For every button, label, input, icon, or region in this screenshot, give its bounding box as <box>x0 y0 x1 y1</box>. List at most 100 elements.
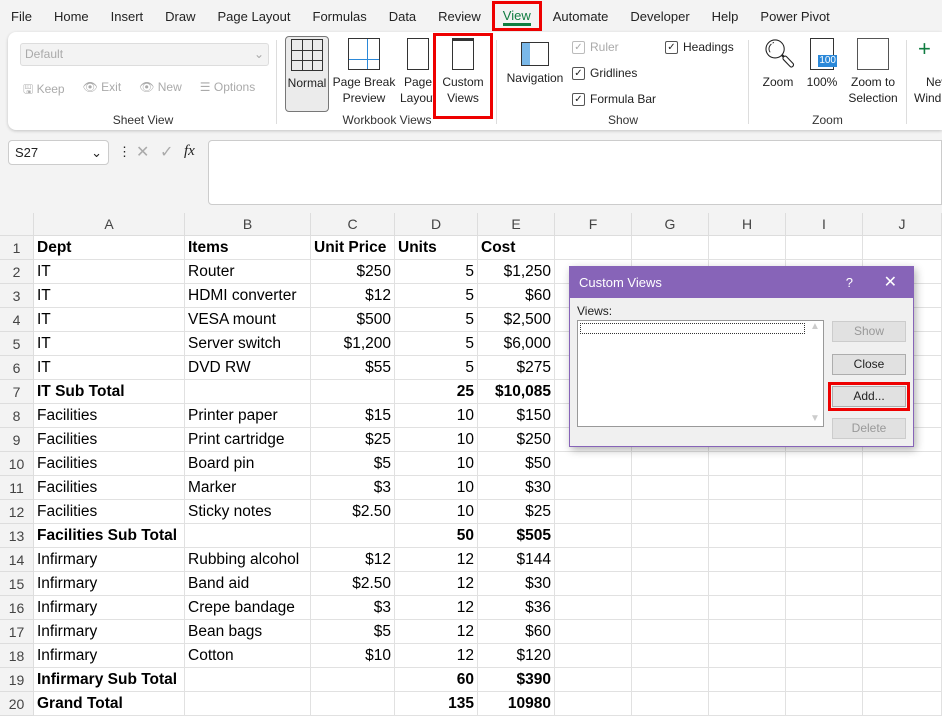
cell[interactable]: Facilities <box>34 428 185 452</box>
cell[interactable] <box>863 572 942 596</box>
cell[interactable] <box>786 620 863 644</box>
tab-page-layout[interactable]: Page Layout <box>207 1 302 31</box>
cell[interactable]: $1,200 <box>311 332 395 356</box>
cell[interactable]: Infirmary Sub Total <box>34 668 185 692</box>
cell[interactable] <box>555 596 632 620</box>
tab-insert[interactable]: Insert <box>100 1 155 31</box>
zoom-to-selection-button[interactable]: Zoom to Selection <box>844 36 902 106</box>
cell[interactable] <box>632 692 709 716</box>
column-header-B[interactable]: B <box>185 213 311 236</box>
cell[interactable]: 5 <box>395 260 478 284</box>
cell[interactable] <box>786 548 863 572</box>
row-header[interactable]: 16 <box>0 596 34 620</box>
row-header[interactable]: 17 <box>0 620 34 644</box>
keep-button[interactable]: 🖫 Keep <box>23 80 65 101</box>
formula-input[interactable] <box>208 140 942 205</box>
page-layout-button[interactable]: Page Layout <box>398 36 438 106</box>
cell[interactable]: $120 <box>478 644 555 668</box>
cell[interactable]: $30 <box>478 572 555 596</box>
cell[interactable]: IT <box>34 356 185 380</box>
cell[interactable]: Cost <box>478 236 555 260</box>
cell[interactable] <box>311 380 395 404</box>
help-icon[interactable]: ? <box>846 267 853 298</box>
cell[interactable]: HDMI converter <box>185 284 311 308</box>
name-box[interactable]: S27 ⌄ <box>8 140 109 165</box>
cell[interactable] <box>709 620 786 644</box>
row-header[interactable]: 13 <box>0 524 34 548</box>
column-header-D[interactable]: D <box>395 213 478 236</box>
cell[interactable]: 5 <box>395 308 478 332</box>
cell[interactable]: Units <box>395 236 478 260</box>
cell[interactable] <box>555 692 632 716</box>
cell[interactable]: IT <box>34 308 185 332</box>
cell[interactable]: Unit Price <box>311 236 395 260</box>
cell[interactable]: IT <box>34 332 185 356</box>
scroll-up-icon[interactable]: ▲ <box>807 321 823 332</box>
cell[interactable]: Bean bags <box>185 620 311 644</box>
tab-data[interactable]: Data <box>378 1 427 31</box>
cell[interactable]: $2.50 <box>311 500 395 524</box>
cell[interactable] <box>863 500 942 524</box>
ruler-checkbox[interactable]: ✓ Ruler <box>572 40 619 54</box>
cell[interactable] <box>863 620 942 644</box>
cell[interactable]: DVD RW <box>185 356 311 380</box>
cell[interactable]: $275 <box>478 356 555 380</box>
cell[interactable]: Infirmary <box>34 644 185 668</box>
cell[interactable] <box>863 452 942 476</box>
cell[interactable]: Facilities <box>34 500 185 524</box>
zoom-button[interactable]: 🔍︎ Zoom <box>756 36 800 90</box>
new-button[interactable]: 👁 New <box>139 80 182 101</box>
navigation-button[interactable]: Navigation <box>504 36 566 86</box>
cell[interactable] <box>632 236 709 260</box>
cell[interactable] <box>555 452 632 476</box>
cell[interactable]: $150 <box>478 404 555 428</box>
cell[interactable] <box>786 668 863 692</box>
cell[interactable]: $5 <box>311 620 395 644</box>
scrollbar[interactable]: ▲ ▼ <box>807 321 823 426</box>
cell[interactable] <box>555 668 632 692</box>
cell[interactable] <box>863 476 942 500</box>
cell[interactable] <box>555 548 632 572</box>
sheet-view-dropdown[interactable]: Default ⌄ <box>20 43 269 66</box>
cell[interactable]: $15 <box>311 404 395 428</box>
cell[interactable] <box>786 500 863 524</box>
cell[interactable]: Infirmary <box>34 572 185 596</box>
cell[interactable] <box>555 236 632 260</box>
cell[interactable]: Cotton <box>185 644 311 668</box>
cell[interactable]: $500 <box>311 308 395 332</box>
tab-file[interactable]: File <box>0 1 43 31</box>
cell[interactable] <box>555 620 632 644</box>
cell[interactable]: IT Sub Total <box>34 380 185 404</box>
normal-button[interactable]: Normal <box>285 36 329 112</box>
row-header[interactable]: 18 <box>0 644 34 668</box>
row-header[interactable]: 9 <box>0 428 34 452</box>
cell[interactable] <box>709 524 786 548</box>
delete-button[interactable]: Delete <box>832 418 906 439</box>
cell[interactable] <box>555 644 632 668</box>
cell[interactable]: Router <box>185 260 311 284</box>
cell[interactable]: $6,000 <box>478 332 555 356</box>
row-header[interactable]: 15 <box>0 572 34 596</box>
cell[interactable]: Facilities Sub Total <box>34 524 185 548</box>
row-header[interactable]: 3 <box>0 284 34 308</box>
cell[interactable]: $25 <box>311 428 395 452</box>
cell[interactable]: $5 <box>311 452 395 476</box>
cell[interactable] <box>863 524 942 548</box>
cell[interactable] <box>632 524 709 548</box>
cell[interactable] <box>709 548 786 572</box>
cell[interactable]: Facilities <box>34 452 185 476</box>
cell[interactable] <box>632 668 709 692</box>
cell[interactable]: IT <box>34 260 185 284</box>
cell[interactable]: Infirmary <box>34 596 185 620</box>
views-listbox[interactable]: ▲ ▼ <box>577 320 824 427</box>
tab-view[interactable]: View <box>491 1 542 31</box>
formula-bar-checkbox[interactable]: ✓ Formula Bar <box>572 92 656 106</box>
cell[interactable]: 12 <box>395 548 478 572</box>
cell[interactable] <box>786 692 863 716</box>
cell[interactable]: 25 <box>395 380 478 404</box>
cell[interactable]: $250 <box>311 260 395 284</box>
cell[interactable]: 10 <box>395 476 478 500</box>
close-button[interactable]: Close <box>832 354 906 375</box>
cell[interactable] <box>632 452 709 476</box>
exit-button[interactable]: 👁 Exit <box>83 80 122 101</box>
